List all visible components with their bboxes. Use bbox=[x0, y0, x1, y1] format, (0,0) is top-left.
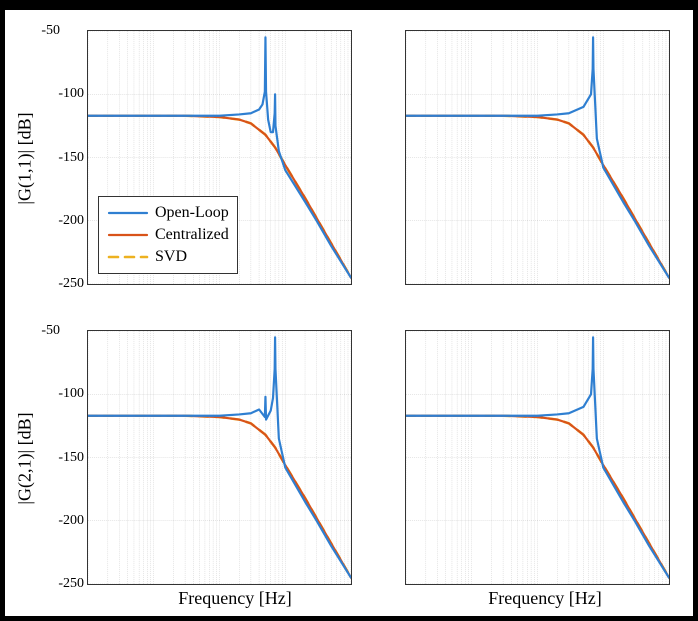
panel-g22 bbox=[405, 330, 670, 585]
ytick-label: -250 bbox=[58, 576, 84, 592]
figure: |G(1,1)| [dB] |G(2,1)| [dB] Frequency [H… bbox=[5, 10, 693, 616]
legend-item-centralized: Centralized bbox=[107, 224, 229, 246]
plot-g22 bbox=[406, 331, 669, 584]
panel-g12 bbox=[405, 30, 670, 285]
ytick-label: -50 bbox=[41, 23, 60, 39]
ytick-label: -200 bbox=[58, 513, 84, 529]
ytick-label: -150 bbox=[58, 150, 84, 166]
ylabel-bottom: |G(2,1)| [dB] bbox=[15, 339, 36, 579]
ytick-label: -250 bbox=[58, 276, 84, 292]
panel-g21: -50 -100 -150 -200 -250 bbox=[87, 330, 352, 585]
ytick-label: -200 bbox=[58, 213, 84, 229]
xlabel-right: Frequency [Hz] bbox=[455, 588, 635, 609]
ylabel-top: |G(1,1)| [dB] bbox=[15, 39, 36, 279]
legend: Open-Loop Centralized SVD bbox=[98, 196, 238, 274]
plot-g12 bbox=[406, 31, 669, 284]
panel-g11: -50 -100 -150 -200 -250 Open-Loop Centra… bbox=[87, 30, 352, 285]
legend-item-open-loop: Open-Loop bbox=[107, 202, 229, 224]
ytick-label: -100 bbox=[58, 386, 84, 402]
ytick-label: -150 bbox=[58, 450, 84, 466]
ytick-label: -50 bbox=[41, 323, 60, 339]
legend-item-svd: SVD bbox=[107, 246, 229, 268]
plot-g21 bbox=[88, 331, 351, 584]
xlabel-left: Frequency [Hz] bbox=[145, 588, 325, 609]
ytick-label: -100 bbox=[58, 86, 84, 102]
legend-label: SVD bbox=[155, 248, 187, 266]
legend-label: Centralized bbox=[155, 226, 229, 244]
legend-label: Open-Loop bbox=[155, 204, 229, 222]
